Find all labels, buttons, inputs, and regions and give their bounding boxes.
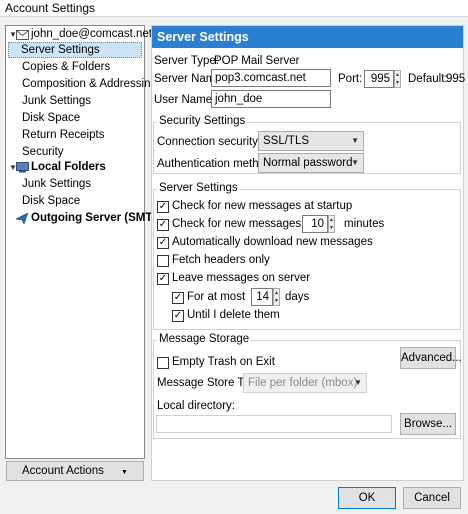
settings-panel: Server Settings Server Type: POP Mail Se…	[151, 25, 466, 481]
account-actions-button[interactable]: Account Actions ▼	[6, 461, 144, 481]
check-startup-label[interactable]: Check for new messages at startup	[172, 200, 352, 212]
authentication-method-label: Authentication method:	[157, 158, 275, 170]
advanced-button[interactable]: Advanced...	[400, 347, 462, 369]
port-spinner[interactable]: ▲ ▼	[394, 70, 401, 88]
server-type-value: POP Mail Server	[214, 55, 300, 67]
panel-header: Server Settings	[152, 26, 463, 48]
empty-trash-label[interactable]: Empty Trash on Exit	[172, 356, 275, 368]
tree-item-junk-settings[interactable]: Junk Settings	[22, 93, 91, 109]
tree-item-local-disk[interactable]: Disk Space	[22, 193, 80, 209]
port-input[interactable]: 995	[364, 70, 394, 88]
auto-download-label[interactable]: Automatically download new messages	[172, 236, 373, 248]
connection-security-label: Connection security:	[157, 136, 262, 148]
tree-item-local-junk[interactable]: Junk Settings	[22, 176, 91, 192]
account-actions-label: Account Actions	[22, 465, 104, 477]
tree-item-disk-space[interactable]: Disk Space	[22, 110, 80, 126]
local-directory-label: Local directory:	[157, 400, 235, 412]
check-interval-input[interactable]: 10	[302, 215, 328, 233]
for-at-most-checkbox[interactable]: ✓	[172, 292, 184, 304]
tree-item-return-receipts[interactable]: Return Receipts	[22, 127, 104, 143]
check-interval-spinner[interactable]: ▲ ▼	[328, 215, 335, 233]
server-type-label: Server Type:	[154, 55, 219, 67]
server-name-input[interactable]: pop3.comcast.net	[211, 69, 331, 87]
server-settings-legend: Server Settings	[157, 182, 240, 194]
fetch-headers-label[interactable]: Fetch headers only	[172, 254, 270, 266]
server-settings-group: Server Settings ✓ Check for new messages…	[153, 182, 461, 330]
check-every-checkbox[interactable]: ✓	[157, 219, 169, 231]
days-spinner[interactable]: ▲ ▼	[273, 288, 280, 306]
connection-security-select[interactable]: SSL/TLS ▼	[258, 131, 364, 151]
security-settings-group: Security Settings Connection security: S…	[153, 115, 461, 174]
browse-button[interactable]: Browse...	[400, 413, 456, 435]
message-storage-group: Message Storage Empty Trash on Exit Adva…	[153, 333, 462, 439]
local-directory-input[interactable]	[156, 415, 392, 433]
port-label: Port:	[338, 73, 363, 85]
window-title: Account Settings	[5, 1, 96, 15]
auto-download-checkbox[interactable]: ✓	[157, 237, 169, 249]
tree-item-copies-folders[interactable]: Copies & Folders	[22, 59, 110, 75]
fetch-headers-checkbox[interactable]	[157, 255, 169, 267]
store-type-value: File per folder (mbox)	[248, 377, 358, 389]
tree-outgoing-server[interactable]: Outgoing Server (SMTP)	[31, 210, 164, 226]
store-type-select[interactable]: File per folder (mbox) ▼	[243, 373, 367, 393]
tree-item-security[interactable]: Security	[22, 144, 64, 160]
authentication-method-value: Normal password	[263, 157, 353, 169]
user-name-label: User Name:	[154, 94, 216, 106]
chevron-down-icon: ▼	[351, 136, 359, 145]
check-startup-checkbox[interactable]: ✓	[157, 201, 169, 213]
user-name-input[interactable]: john_doe	[211, 90, 331, 108]
ok-button[interactable]: OK	[338, 487, 396, 509]
security-settings-legend: Security Settings	[157, 115, 248, 127]
cancel-button[interactable]: Cancel	[403, 487, 461, 509]
tree-local-folders[interactable]: Local Folders	[31, 159, 106, 175]
until-delete-checkbox[interactable]: ✓	[172, 310, 184, 322]
leave-on-server-checkbox[interactable]: ✓	[157, 273, 169, 285]
default-port-label: Default:	[408, 73, 448, 85]
tree-account[interactable]: john_doe@comcast.net	[31, 26, 152, 42]
outgoing-server-icon	[14, 212, 29, 227]
leave-on-server-label[interactable]: Leave messages on server	[172, 272, 310, 284]
chevron-down-icon: ▼	[354, 378, 362, 387]
connection-security-value: SSL/TLS	[263, 135, 310, 147]
local-folders-icon	[16, 162, 29, 176]
empty-trash-checkbox[interactable]	[157, 357, 169, 369]
until-delete-label[interactable]: Until I delete them	[187, 309, 280, 321]
dropdown-arrow-icon: ▼	[121, 469, 128, 476]
days-input[interactable]: 14	[251, 288, 273, 306]
mail-account-icon	[16, 29, 29, 43]
tree-item-composition[interactable]: Composition & Addressing	[22, 76, 157, 92]
for-at-most-label[interactable]: For at most	[187, 291, 245, 303]
days-label: days	[285, 291, 310, 303]
authentication-method-select[interactable]: Normal password ▼	[258, 153, 364, 173]
message-storage-legend: Message Storage	[157, 333, 252, 345]
tree-item-server-settings[interactable]: Server Settings	[8, 42, 142, 58]
chevron-down-icon: ▼	[351, 158, 359, 167]
minutes-label: minutes	[344, 218, 385, 230]
dialog-body: ▼ john_doe@comcast.net Server Settings C…	[0, 16, 468, 514]
default-port-value: 995	[446, 73, 466, 85]
account-tree[interactable]: ▼ john_doe@comcast.net Server Settings C…	[5, 25, 164, 459]
